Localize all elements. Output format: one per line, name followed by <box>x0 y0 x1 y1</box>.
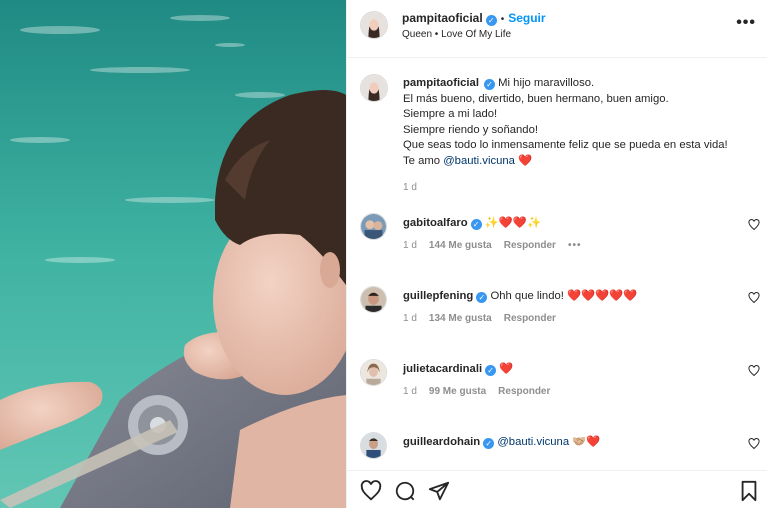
audio-track[interactable]: Queen • Love Of My Life <box>402 29 511 40</box>
verified-badge-icon: ✓ <box>485 15 497 26</box>
mention-link[interactable]: @bauti.vicuna <box>497 436 569 448</box>
comment-username[interactable]: gabitoalfaro <box>403 217 468 229</box>
comment-text: Ohh que lindo! ❤️❤️❤️❤️❤️ <box>490 290 638 302</box>
author-username[interactable]: pampitaoficial <box>402 11 483 25</box>
verified-badge-icon: ✓ <box>485 365 497 376</box>
avatar[interactable] <box>360 359 387 386</box>
heart-icon[interactable] <box>748 219 760 231</box>
comment-item: gabitoalfaro ✓ ✨❤️❤️✨ 1 d 144 Me gusta Resp… <box>347 213 767 273</box>
heart-icon[interactable] <box>748 365 760 377</box>
caption-line: Siempre riendo y soñando! <box>403 123 539 136</box>
reply-button[interactable]: Responder <box>504 240 556 251</box>
caption-line: El más bueno, divertido, buen hermano, b… <box>403 92 669 105</box>
comment-like-count[interactable]: 134 Me gusta <box>429 313 492 324</box>
comment-like-count[interactable]: 99 Me gusta <box>429 386 486 397</box>
separator-dot: • <box>500 14 505 25</box>
mention-link[interactable]: @bauti.vicuna <box>443 155 515 167</box>
post-image[interactable] <box>0 0 346 508</box>
comment-timestamp[interactable]: 1 d <box>403 240 417 251</box>
comment-text: ✨❤️❤️✨ <box>484 217 542 229</box>
comment-username[interactable]: guillepfening <box>403 290 473 302</box>
post-action-bar <box>347 470 767 508</box>
heart-icon[interactable] <box>748 292 760 304</box>
send-icon[interactable] <box>428 480 450 502</box>
verified-badge-icon: ✓ <box>483 438 495 449</box>
reply-button[interactable]: Responder <box>498 386 550 397</box>
comment-options-icon[interactable]: ••• <box>568 240 582 251</box>
caption-text: pampitaoficial ✓ Mi hijo maravilloso. El … <box>403 76 763 169</box>
comment-item: julietacardinali ✓ ❤️ 1 d 99 Me gusta Respo… <box>347 359 767 419</box>
avatar[interactable] <box>360 213 387 240</box>
comment-username[interactable]: julietacardinali <box>403 363 482 375</box>
more-horizontal-icon[interactable]: ••• <box>736 14 756 32</box>
caption-line: Te amo <box>403 154 444 167</box>
verified-badge-icon: ✓ <box>476 292 488 303</box>
avatar[interactable] <box>360 432 387 459</box>
post-photo <box>0 0 346 508</box>
caption-line: Mi hijo maravilloso. <box>498 77 595 89</box>
comment-like-count[interactable]: 144 Me gusta <box>429 240 492 251</box>
verified-badge-icon: ✓ <box>470 219 482 230</box>
caption-line: Siempre a mi lado! <box>403 108 498 120</box>
comment-item: guillepfening ✓ Ohh que lindo! ❤️❤️❤️❤️❤️… <box>347 286 767 346</box>
heart-icon[interactable] <box>360 480 382 502</box>
comment-username[interactable]: guilleardohain <box>403 436 480 448</box>
avatar[interactable] <box>360 286 387 313</box>
bookmark-icon[interactable] <box>738 480 760 502</box>
comment-text: ❤️ <box>499 363 514 375</box>
comment-text: 🤝🏼❤️ <box>569 436 601 448</box>
comment-timestamp[interactable]: 1 d <box>403 313 417 324</box>
post-sidebar: pampitaoficial ✓ • Seguir Queen • Love Of M… <box>346 0 767 508</box>
avatar[interactable] <box>360 74 388 102</box>
verified-badge-icon: ✓ <box>483 79 495 90</box>
follow-button[interactable]: Seguir <box>508 11 545 25</box>
heart-icon[interactable] <box>748 438 760 450</box>
comment-timestamp[interactable]: 1 d <box>403 386 417 397</box>
heart-emoji: ❤️ <box>518 154 533 167</box>
reply-button[interactable]: Responder <box>504 313 556 324</box>
caption-line: Que seas todo lo inmensamente feliz que … <box>403 139 728 151</box>
post-header: pampitaoficial ✓ • Seguir Queen • Love Of M… <box>347 0 767 58</box>
comment-icon[interactable] <box>394 480 416 502</box>
caption-timestamp[interactable]: 1 d <box>403 182 417 193</box>
avatar[interactable] <box>360 11 388 39</box>
caption-username[interactable]: pampitaoficial <box>403 77 479 89</box>
